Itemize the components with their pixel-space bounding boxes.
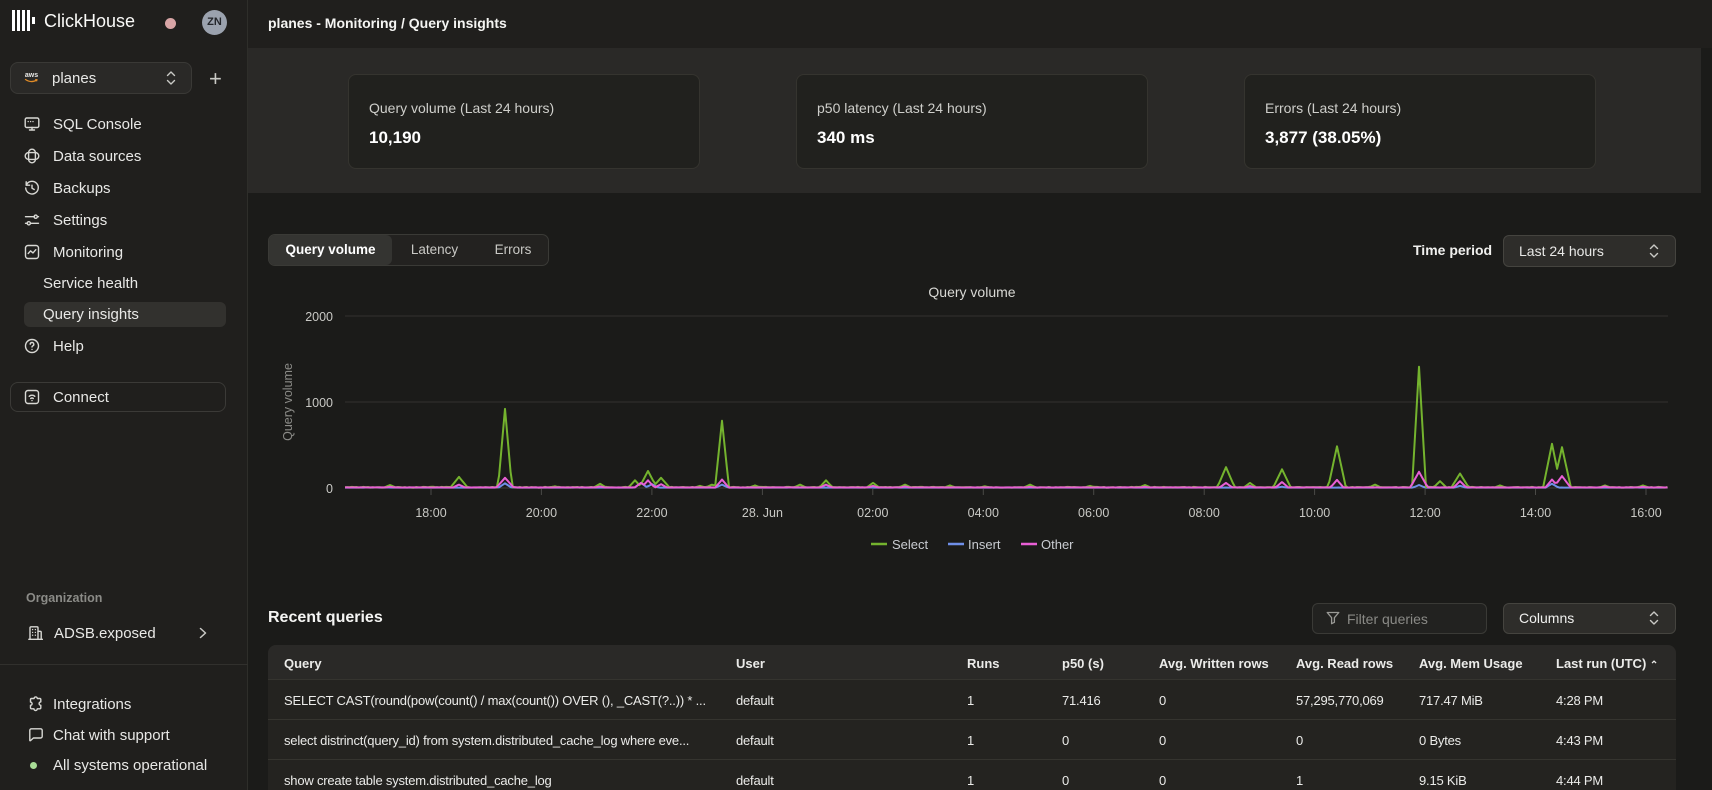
svg-text:Select: Select: [892, 537, 929, 552]
svg-text:Other: Other: [1041, 537, 1074, 552]
svg-text:Query volume: Query volume: [928, 284, 1015, 300]
svg-text:22:00: 22:00: [636, 506, 667, 520]
svg-text:08:00: 08:00: [1189, 506, 1220, 520]
svg-text:28. Jun: 28. Jun: [742, 506, 783, 520]
svg-text:02:00: 02:00: [857, 506, 888, 520]
svg-text:Query volume: Query volume: [281, 363, 295, 441]
svg-text:06:00: 06:00: [1078, 506, 1109, 520]
svg-text:2000: 2000: [305, 310, 333, 324]
svg-text:Insert: Insert: [968, 537, 1001, 552]
svg-text:14:00: 14:00: [1520, 506, 1551, 520]
svg-text:04:00: 04:00: [968, 506, 999, 520]
svg-text:1000: 1000: [305, 396, 333, 410]
svg-text:20:00: 20:00: [526, 506, 557, 520]
svg-text:aws: aws: [25, 72, 38, 79]
svg-text:10:00: 10:00: [1299, 506, 1330, 520]
svg-text:16:00: 16:00: [1630, 506, 1661, 520]
svg-text:12:00: 12:00: [1409, 506, 1440, 520]
svg-text:0: 0: [326, 482, 333, 496]
svg-text:18:00: 18:00: [415, 506, 446, 520]
